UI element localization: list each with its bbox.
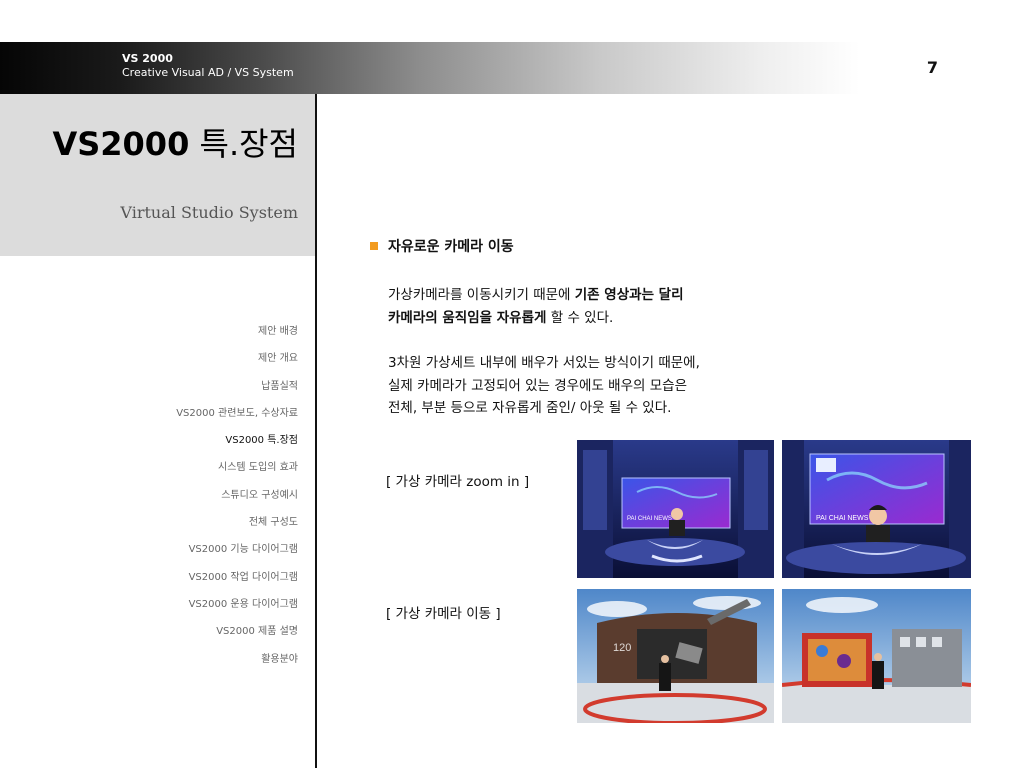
nav-item-system-effects[interactable]: 시스템 도입의 효과: [176, 454, 298, 481]
paragraph-zoom: 3차원 가상세트 내부에 배우가 서있는 방식이기 때문에, 실제 카메라가 고…: [388, 352, 700, 420]
page-title: VS2000 특.장점: [52, 124, 298, 164]
p1-line2-bold: 카메라의 움직임을 자유롭게: [388, 309, 547, 326]
screen-label-2: PAI CHAI NEWS: [816, 515, 869, 522]
caption-zoom-in: [ 가상 카메라 zoom in ]: [386, 474, 530, 490]
nav-item-function-diagram[interactable]: VS2000 기능 다이어그램: [176, 536, 298, 563]
nav-item-applications[interactable]: 활용분야: [176, 646, 298, 673]
page-subtitle: Virtual Studio System: [120, 203, 298, 222]
page-number: 7: [926, 58, 938, 77]
bullet-square-icon: [370, 242, 378, 250]
nav-item-operation-diagram[interactable]: VS2000 운용 다이어그램: [176, 591, 298, 618]
stage-view-left-image: 120: [577, 589, 774, 723]
brand-subtitle: Creative Visual AD / VS System: [122, 66, 294, 79]
paragraph-camera-movement: 가상카메라를 이동시키기 때문에 기존 영상과는 달리 카메라의 움직임을 자유…: [388, 284, 684, 329]
news-set-wide-image: PAI CHAI NEWS: [577, 440, 774, 578]
brand: VS 2000 Creative Visual AD / VS System: [122, 52, 294, 80]
title-panel: VS2000 특.장점 Virtual Studio System: [0, 94, 316, 256]
section-heading: 자유로운 카메라 이동: [370, 236, 790, 256]
screen-label-1: PAI CHAI NEWS: [627, 516, 672, 522]
section-heading-text: 자유로운 카메라 이동: [388, 239, 514, 255]
divider-line: [315, 94, 317, 768]
page-title-rest: 특.장점: [189, 125, 299, 163]
caption-camera-move: [ 가상 카메라 이동 ]: [386, 606, 501, 622]
nav-item-features[interactable]: VS2000 특.장점: [176, 427, 298, 454]
nav-item-proposal-background[interactable]: 제안 배경: [176, 318, 298, 345]
p1-line1-text: 가상카메라를 이동시키기 때문에: [388, 287, 575, 303]
p1-line1-bold: 기존 영상과는 달리: [574, 287, 684, 303]
page-title-strong: VS2000: [52, 125, 190, 163]
nav-item-studio-example[interactable]: 스튜디오 구성예시: [176, 482, 298, 509]
p2-line3: 전체, 부분 등으로 자유롭게 줌인/ 아웃 될 수 있다.: [388, 400, 672, 416]
p2-line1: 3차원 가상세트 내부에 배우가 서있는 방식이기 때문에,: [388, 355, 700, 371]
nav-item-proposal-overview[interactable]: 제안 개요: [176, 345, 298, 372]
nav-item-overall-diagram[interactable]: 전체 구성도: [176, 509, 298, 536]
side-nav: 제안 배경 제안 개요 납품실적 VS2000 관련보도, 수상자료 VS200…: [176, 318, 298, 673]
news-set-zoom-image: PAI CHAI NEWS: [782, 440, 971, 578]
p1-line2-text: 할 수 있다.: [546, 309, 614, 326]
nav-item-product-description[interactable]: VS2000 제품 설명: [176, 618, 298, 645]
stage-number: 120: [613, 642, 631, 654]
header-band: VS 2000 Creative Visual AD / VS System 7: [0, 42, 1024, 94]
nav-item-press-awards[interactable]: VS2000 관련보도, 수상자료: [176, 400, 298, 427]
nav-item-work-diagram[interactable]: VS2000 작업 다이어그램: [176, 564, 298, 591]
stage-view-right-image: [782, 589, 971, 723]
nav-item-delivery-record[interactable]: 납품실적: [176, 373, 298, 400]
p2-line2: 실제 카메라가 고정되어 있는 경우에도 배우의 모습은: [388, 377, 687, 394]
brand-title: VS 2000: [122, 52, 173, 65]
main-content: 자유로운 카메라 이동 가상카메라를 이동시키기 때문에 기존 영상과는 달리 …: [370, 236, 790, 416]
